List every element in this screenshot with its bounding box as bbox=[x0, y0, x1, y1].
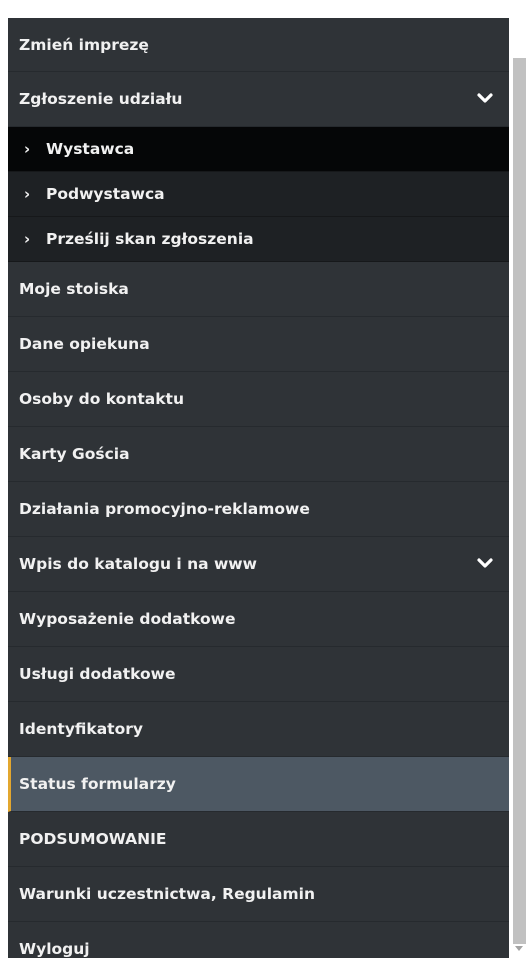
menu-item-extra-equipment[interactable]: Wyposażenie dodatkowe bbox=[8, 592, 509, 647]
vertical-scrollbar[interactable] bbox=[511, 0, 528, 958]
page: Zmień imprezę Zgłoszenie udziału › Wysta… bbox=[0, 0, 528, 958]
submenu-item-label: Wystawca bbox=[46, 140, 135, 158]
menu-item-guest-cards[interactable]: Karty Gościa bbox=[8, 427, 509, 482]
menu-item-promo-actions[interactable]: Działania promocyjno-reklamowe bbox=[8, 482, 509, 537]
menu-item-label: Działania promocyjno-reklamowe bbox=[19, 500, 310, 518]
chevron-down-icon[interactable] bbox=[477, 558, 493, 570]
menu-item-summary[interactable]: PODSUMOWANIE bbox=[8, 812, 509, 867]
menu-item-label: Warunki uczestnictwa, Regulamin bbox=[19, 885, 315, 903]
menu-item-terms[interactable]: Warunki uczestnictwa, Regulamin bbox=[8, 867, 509, 922]
menu-item-label: Wyloguj bbox=[19, 940, 90, 958]
chevron-right-icon: › bbox=[24, 140, 31, 158]
chevron-right-icon: › bbox=[24, 185, 31, 203]
menu-item-identifiers[interactable]: Identyfikatory bbox=[8, 702, 509, 757]
menu-item-label: Moje stoiska bbox=[19, 280, 129, 298]
menu-item-label: Dane opiekuna bbox=[19, 335, 150, 353]
sidebar-menu: Zmień imprezę Zgłoszenie udziału › Wysta… bbox=[8, 18, 509, 958]
menu-item-catalog-entry[interactable]: Wpis do katalogu i na www bbox=[8, 537, 509, 592]
submenu-item-label: Podwystawca bbox=[46, 185, 165, 203]
menu-item-change-event[interactable]: Zmień imprezę bbox=[8, 18, 509, 72]
menu-item-label: Karty Gościa bbox=[19, 445, 130, 463]
chevron-right-icon: › bbox=[24, 230, 31, 248]
menu-item-extra-services[interactable]: Usługi dodatkowe bbox=[8, 647, 509, 702]
menu-item-label: PODSUMOWANIE bbox=[19, 830, 167, 848]
menu-item-label: Osoby do kontaktu bbox=[19, 390, 184, 408]
menu-item-form-status[interactable]: Status formularzy bbox=[8, 757, 509, 812]
submenu-item-upload-scan[interactable]: › Prześlij skan zgłoszenia bbox=[8, 217, 509, 262]
menu-item-label: Zmień imprezę bbox=[19, 35, 149, 54]
menu-item-my-booths[interactable]: Moje stoiska bbox=[8, 262, 509, 317]
menu-item-label: Status formularzy bbox=[19, 775, 176, 793]
submenu-item-exhibitor[interactable]: › Wystawca bbox=[8, 127, 509, 172]
menu-item-registration[interactable]: Zgłoszenie udziału bbox=[8, 72, 509, 127]
scrollbar-thumb[interactable] bbox=[513, 58, 526, 944]
menu-item-label: Wpis do katalogu i na www bbox=[19, 555, 257, 573]
menu-item-logout[interactable]: Wyloguj bbox=[8, 922, 509, 958]
menu-item-label: Identyfikatory bbox=[19, 720, 143, 738]
menu-item-caretaker-data[interactable]: Dane opiekuna bbox=[8, 317, 509, 372]
scroll-down-arrow-icon[interactable] bbox=[515, 946, 523, 951]
chevron-down-icon[interactable] bbox=[477, 93, 493, 105]
submenu-item-sub-exhibitor[interactable]: › Podwystawca bbox=[8, 172, 509, 217]
submenu-item-label: Prześlij skan zgłoszenia bbox=[46, 230, 254, 248]
menu-item-label: Zgłoszenie udziału bbox=[19, 90, 183, 108]
menu-item-label: Wyposażenie dodatkowe bbox=[19, 610, 236, 628]
menu-item-contact-persons[interactable]: Osoby do kontaktu bbox=[8, 372, 509, 427]
menu-item-label: Usługi dodatkowe bbox=[19, 665, 176, 683]
